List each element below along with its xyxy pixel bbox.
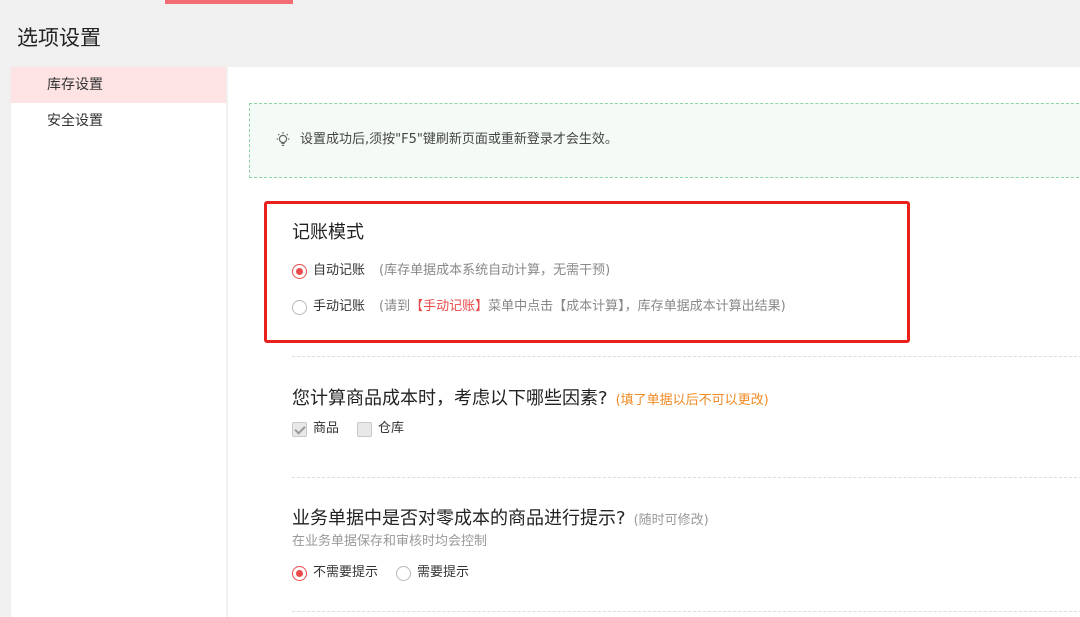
cost-factors-options: 商品 仓库 bbox=[292, 420, 404, 438]
tip-text: 设置成功后,须按"F5"键刷新页面或重新登录才会生效。 bbox=[300, 132, 618, 147]
no-prompt-radio[interactable] bbox=[292, 565, 307, 581]
prompt-label: 需要提示 bbox=[417, 565, 470, 580]
zero-cost-subtitle: 在业务单据保存和审核时均会控制 bbox=[292, 534, 488, 549]
lightbulb-icon bbox=[276, 132, 290, 146]
highlight-annotation-box bbox=[264, 201, 910, 343]
warehouse-checkbox[interactable] bbox=[357, 421, 373, 437]
zero-cost-title: 业务单据中是否对零成本的商品进行提示? bbox=[292, 508, 626, 529]
warehouse-checkbox-label: 仓库 bbox=[378, 421, 405, 436]
zero-cost-options: 不需要提示 需要提示 bbox=[292, 564, 469, 582]
section-divider bbox=[292, 611, 1080, 612]
zero-cost-section: 业务单据中是否对零成本的商品进行提示? (随时可修改) 在业务单据保存和审核时均会… bbox=[292, 507, 1080, 551]
sidebar-item-inventory-settings[interactable]: 库存设置 bbox=[11, 67, 226, 103]
product-checkbox-label: 商品 bbox=[313, 421, 340, 436]
sidebar: 库存设置 安全设置 bbox=[11, 67, 226, 617]
main-panel: 设置成功后,须按"F5"键刷新页面或重新登录才会生效。 记账模式 自动记账 (库… bbox=[228, 67, 1080, 617]
zero-cost-note: (随时可修改) bbox=[633, 513, 709, 528]
page-title: 选项设置 bbox=[17, 26, 101, 50]
section-divider bbox=[292, 477, 1080, 478]
cost-factors-section: 您计算商品成本时，考虑以下哪些因素? (填了单据以后不可以更改) bbox=[292, 387, 1080, 411]
cost-factors-note: (填了单据以后不可以更改) bbox=[615, 393, 769, 408]
cost-factors-title: 您计算商品成本时，考虑以下哪些因素? bbox=[292, 388, 608, 409]
header: 选项设置 bbox=[0, 4, 1080, 67]
product-checkbox[interactable] bbox=[292, 421, 307, 437]
sidebar-item-security-settings[interactable]: 安全设置 bbox=[11, 103, 226, 139]
section-divider bbox=[292, 356, 1080, 357]
tip-banner: 设置成功后,须按"F5"键刷新页面或重新登录才会生效。 bbox=[249, 103, 1080, 178]
no-prompt-label: 不需要提示 bbox=[313, 565, 379, 580]
prompt-radio[interactable] bbox=[396, 565, 412, 581]
